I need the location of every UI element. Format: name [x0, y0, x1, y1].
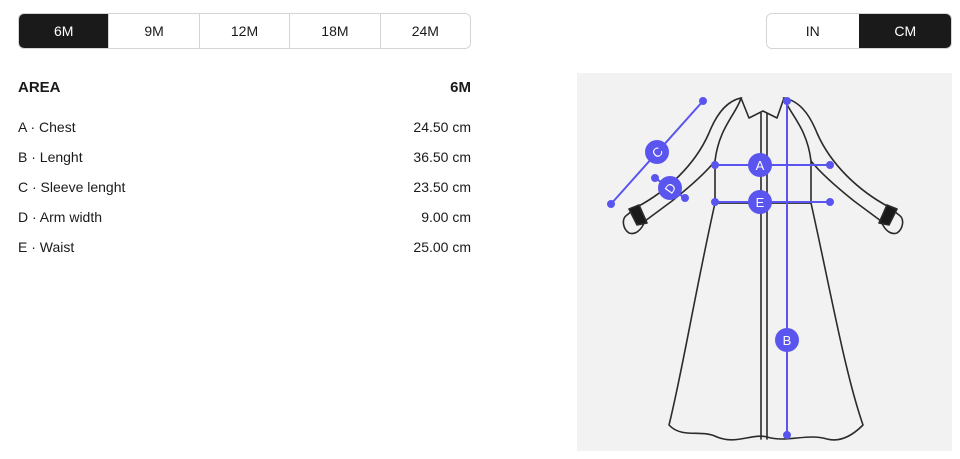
table-row: E · Waist 25.00 cm	[18, 232, 471, 262]
row-value: 24.50 cm	[413, 119, 471, 135]
tab-size-24m[interactable]: 24M	[379, 14, 470, 48]
sleeve-length-end-dot	[607, 200, 615, 208]
row-value: 9.00 cm	[421, 209, 471, 225]
header-size: 6M	[450, 78, 471, 96]
row-label: C · Sleeve lenght	[18, 179, 126, 195]
arm-width-end-dot	[651, 174, 659, 182]
row-value: 23.50 cm	[413, 179, 471, 195]
row-label: E · Waist	[18, 239, 75, 255]
row-value: 36.50 cm	[413, 149, 471, 165]
table-header: AREA 6M	[18, 74, 471, 100]
chest-end-dot	[826, 161, 834, 169]
tab-size-6m[interactable]: 6M	[19, 14, 109, 48]
marker-b-label: B	[783, 333, 792, 348]
sleeve-length-end-dot	[699, 97, 707, 105]
table-row: A · Chest 24.50 cm	[18, 112, 471, 142]
row-label: D · Arm width	[18, 209, 103, 225]
tab-size-9m[interactable]: 9M	[108, 14, 199, 48]
marker-e-label: E	[756, 195, 765, 210]
length-end-dot	[783, 431, 791, 439]
table-row: B · Lenght 36.50 cm	[18, 142, 471, 172]
tab-size-12m[interactable]: 12M	[198, 14, 290, 48]
waist-end-dot	[711, 198, 719, 206]
row-value: 25.00 cm	[413, 239, 471, 255]
marker-a-label: A	[756, 158, 765, 173]
dress-illustration: C D A E B	[607, 97, 904, 441]
header-area: AREA	[18, 78, 61, 96]
arm-width-end-dot	[681, 194, 689, 202]
tab-size-18m[interactable]: 18M	[289, 14, 380, 48]
size-table: AREA 6M A · Chest 24.50 cm B · Lenght 36…	[18, 74, 471, 262]
table-row: C · Sleeve lenght 23.50 cm	[18, 172, 471, 202]
length-end-dot	[783, 97, 791, 105]
row-label: B · Lenght	[18, 149, 83, 165]
waist-end-dot	[826, 198, 834, 206]
row-label: A · Chest	[18, 119, 76, 135]
unit-tabs: IN CM	[766, 13, 952, 49]
chest-end-dot	[711, 161, 719, 169]
tab-unit-in[interactable]: IN	[767, 14, 859, 48]
table-row: D · Arm width 9.00 cm	[18, 202, 471, 232]
size-tabs: 6M 9M 12M 18M 24M	[18, 13, 471, 49]
garment-diagram: C D A E B	[577, 73, 952, 451]
tab-unit-cm[interactable]: CM	[858, 14, 951, 48]
